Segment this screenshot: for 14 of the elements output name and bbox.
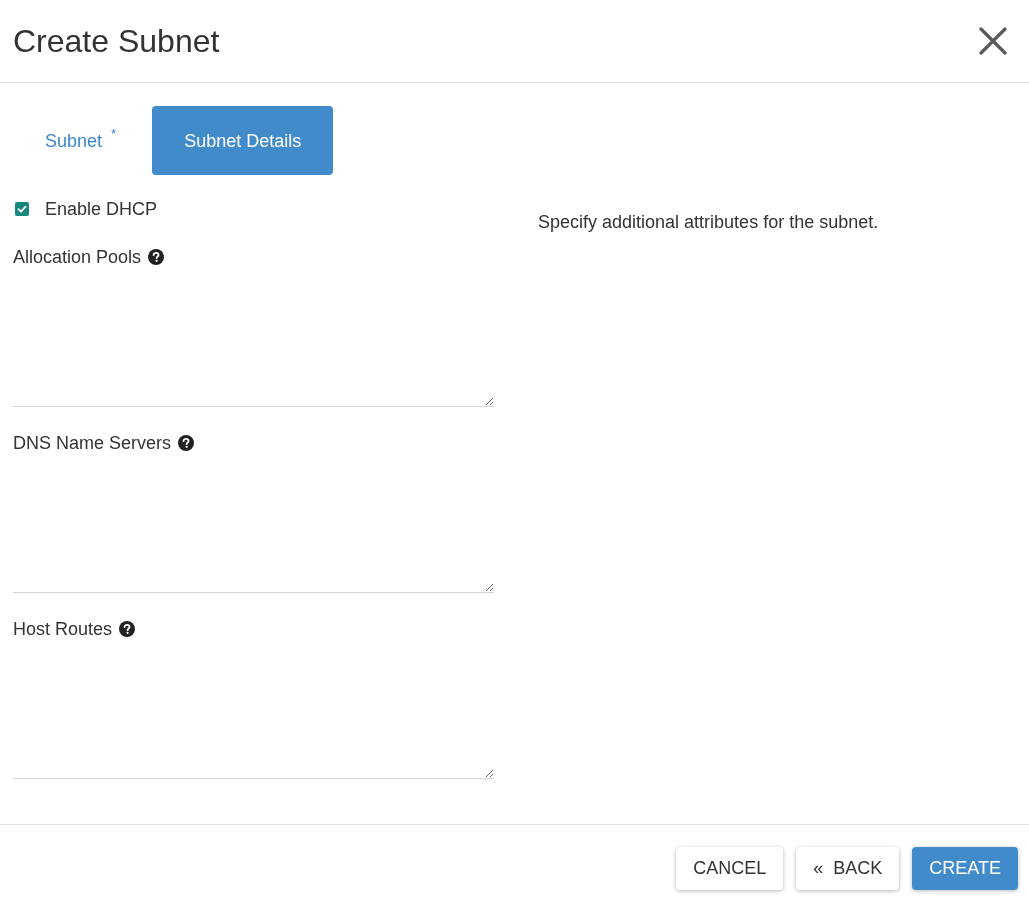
close-button[interactable] — [978, 26, 1008, 56]
field-label: Host Routes — [13, 618, 113, 640]
field-label: Allocation Pools — [13, 246, 142, 268]
tab[interactable]: Subnet $^{*}$ — [13, 106, 149, 175]
field-label: DNS Name Servers — [13, 432, 172, 454]
close-icon — [979, 27, 1007, 55]
checkbox-label: Enable DHCP — [45, 198, 158, 220]
dialog-title: Create Subnet — [13, 22, 220, 60]
tab[interactable]: Subnet Details — [152, 106, 334, 175]
footer-button[interactable]: CANCEL — [676, 847, 784, 890]
footer-button[interactable]: « BACK — [796, 847, 900, 890]
description-text: Specify additional attributes for the subnet. — [538, 211, 880, 233]
checkbox[interactable] — [15, 202, 29, 216]
create-button[interactable]: CREATE — [912, 847, 1018, 890]
